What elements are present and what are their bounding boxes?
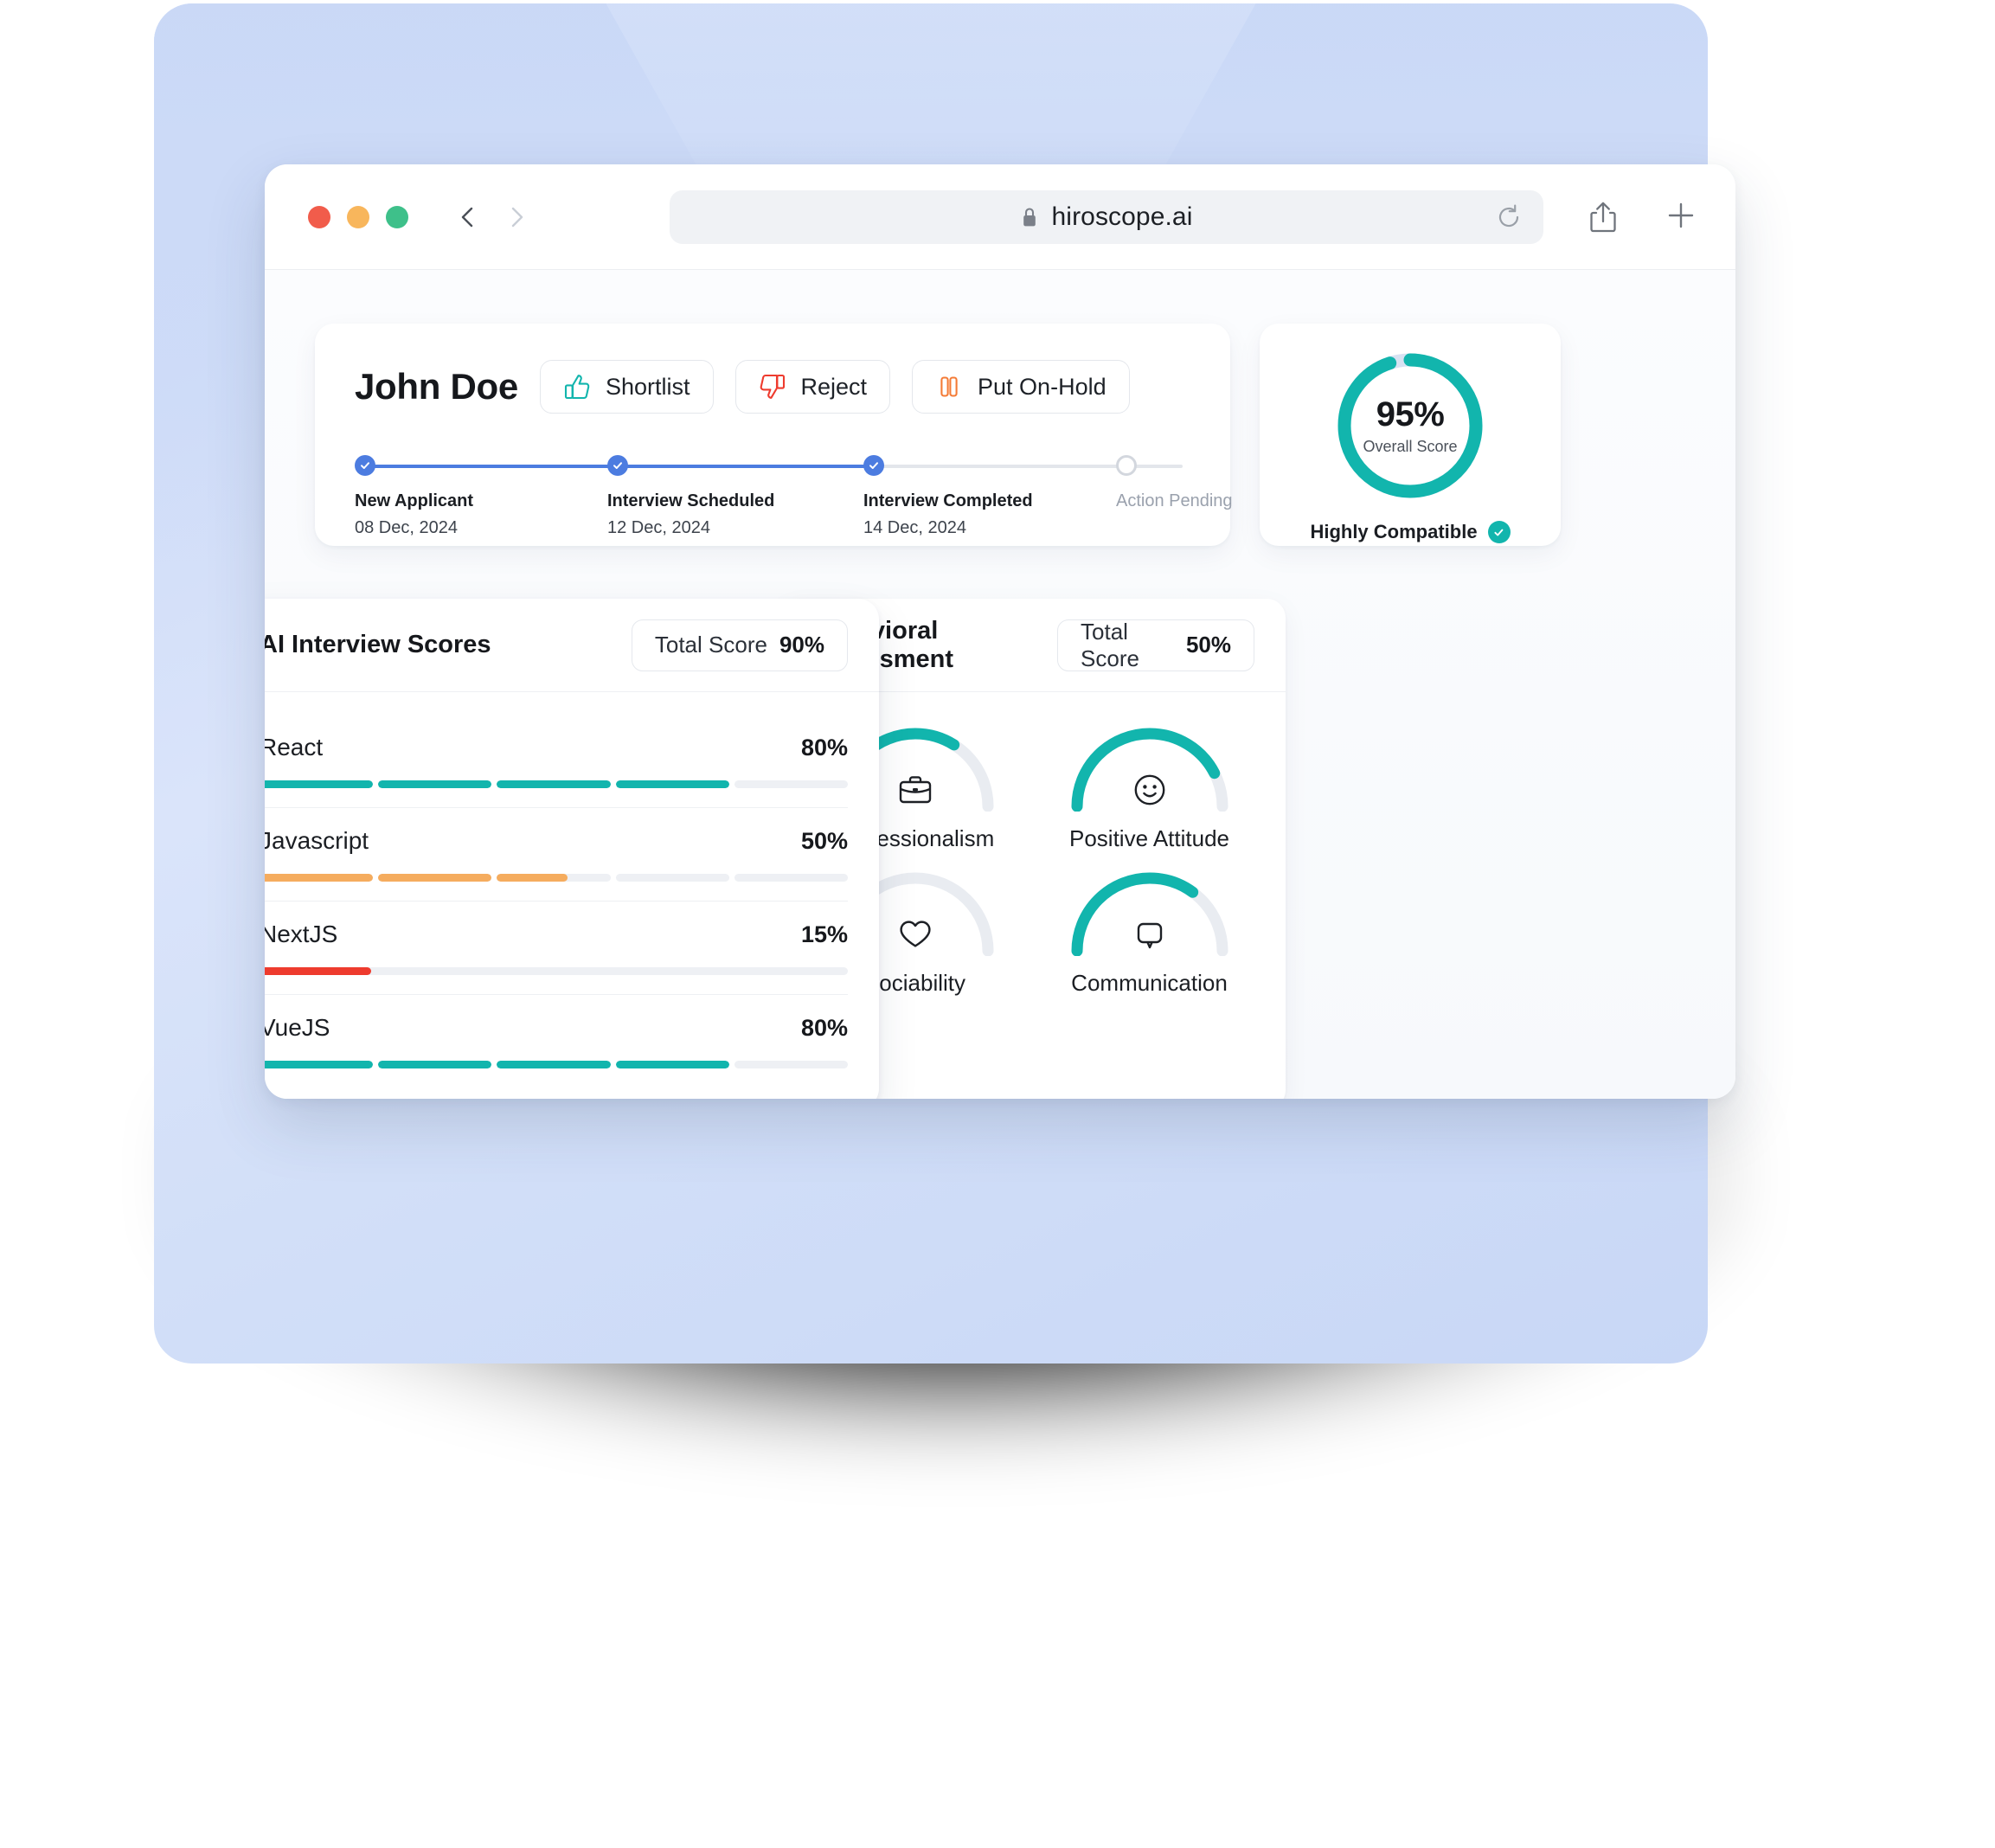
candidate-header: John Doe Shortlist Reject Put On-Hold bbox=[355, 360, 1190, 414]
skill-value: 80% bbox=[800, 735, 848, 760]
window-controls bbox=[308, 205, 408, 228]
skill-progress-bar bbox=[265, 967, 848, 975]
plus-icon[interactable] bbox=[1666, 201, 1696, 234]
heart-icon bbox=[895, 914, 935, 954]
gauge-label: Positive Attitude bbox=[1069, 825, 1229, 851]
thumbs-up-icon bbox=[563, 373, 591, 401]
skill-name: Javascript bbox=[265, 827, 369, 854]
stepper-step-2[interactable]: Interview Scheduled 12 Dec, 2024 bbox=[607, 455, 774, 538]
overall-score-value: 95% bbox=[1376, 395, 1445, 433]
smiley-icon bbox=[1130, 770, 1170, 810]
chevron-left-icon[interactable] bbox=[457, 206, 479, 228]
share-icon[interactable] bbox=[1588, 201, 1618, 234]
page-viewport: John Doe Shortlist Reject Put On-Hold Ne… bbox=[265, 270, 1735, 1099]
browser-toolbar: hiroscope.ai bbox=[265, 164, 1735, 270]
gauge-arc bbox=[1065, 866, 1235, 956]
step-date: 14 Dec, 2024 bbox=[863, 518, 966, 537]
pause-icon bbox=[935, 373, 963, 401]
gauge-arc bbox=[1065, 722, 1235, 812]
reload-icon[interactable] bbox=[1495, 203, 1523, 231]
check-circle-icon bbox=[1487, 521, 1511, 543]
check-icon bbox=[607, 455, 628, 476]
page-title: John Doe bbox=[355, 366, 518, 407]
behavioral-total-score-value: 50% bbox=[1185, 632, 1231, 658]
chat-bubble-icon bbox=[1130, 914, 1170, 954]
step-title: New Applicant bbox=[355, 491, 474, 510]
check-icon bbox=[863, 455, 884, 476]
reject-label: Reject bbox=[800, 373, 868, 400]
ai-scores-header: AI Interview Scores Total Score 90% bbox=[265, 599, 879, 692]
put-on-hold-label: Put On-Hold bbox=[978, 373, 1107, 400]
step-title: Action Pending bbox=[1116, 491, 1233, 510]
lock-icon bbox=[1021, 206, 1038, 228]
minimize-window-button[interactable] bbox=[347, 205, 369, 228]
thumbs-down-icon bbox=[759, 373, 786, 401]
step-title: Interview Completed bbox=[863, 491, 1033, 510]
ai-total-score-label: Total Score bbox=[654, 632, 767, 658]
skill-row: Javascript 50% bbox=[265, 807, 849, 882]
address-bar-content: hiroscope.ai bbox=[1021, 202, 1193, 232]
screenshot-stage: hiroscope.ai John Doe Shortlist Reject P… bbox=[0, 0, 1995, 1848]
overall-score-donut: 95% Overall Score bbox=[1334, 350, 1486, 502]
gauge-label: Communication bbox=[1071, 970, 1228, 996]
behavioral-total-score-label: Total Score bbox=[1081, 618, 1139, 671]
step-date: 12 Dec, 2024 bbox=[607, 518, 710, 537]
put-on-hold-button[interactable]: Put On-Hold bbox=[912, 360, 1130, 414]
ai-total-score-value: 90% bbox=[779, 632, 824, 658]
skill-name: React bbox=[265, 734, 324, 760]
overall-score-card: 95% Overall Score Highly Compatible bbox=[1260, 324, 1561, 546]
overall-score-caption: Overall Score bbox=[1363, 438, 1458, 455]
close-window-button[interactable] bbox=[308, 205, 330, 228]
candidate-card: John Doe Shortlist Reject Put On-Hold Ne… bbox=[315, 324, 1233, 546]
url-text: hiroscope.ai bbox=[1051, 202, 1193, 231]
ai-total-score-pill: Total Score 90% bbox=[631, 619, 848, 671]
shortlist-label: Shortlist bbox=[605, 373, 690, 400]
chevron-right-icon[interactable] bbox=[505, 206, 528, 228]
application-stepper: New Applicant 08 Dec, 2024 Interview Sch… bbox=[355, 455, 1233, 538]
empty-circle-icon bbox=[1116, 455, 1137, 476]
compatibility-badge: Highly Compatible bbox=[1260, 521, 1561, 543]
ai-interview-scores-card: AI Interview Scores Total Score 90% Reac… bbox=[265, 599, 879, 1099]
skill-row: VueJS 80% bbox=[265, 994, 849, 1068]
skill-value: 15% bbox=[800, 921, 848, 947]
gauge-positive-attitude: Positive Attitude bbox=[1032, 722, 1267, 852]
behavioral-total-score-pill: Total Score 50% bbox=[1057, 619, 1254, 671]
stepper-step-1[interactable]: New Applicant 08 Dec, 2024 bbox=[355, 455, 473, 538]
stepper-step-4[interactable]: Action Pending bbox=[1116, 455, 1233, 511]
shortlist-button[interactable]: Shortlist bbox=[539, 360, 714, 414]
skill-name: VueJS bbox=[265, 1014, 330, 1041]
donut-center-text: 95% Overall Score bbox=[1334, 350, 1486, 502]
toolbar-actions bbox=[1588, 201, 1696, 234]
skill-row: React 80% bbox=[265, 715, 849, 788]
navigation-buttons bbox=[457, 206, 528, 228]
skill-name: NextJS bbox=[265, 921, 338, 947]
skill-progress-bar bbox=[265, 780, 849, 788]
maximize-window-button[interactable] bbox=[386, 205, 408, 228]
check-icon bbox=[355, 455, 375, 476]
reject-button[interactable]: Reject bbox=[734, 360, 891, 414]
stepper-step-3[interactable]: Interview Completed 14 Dec, 2024 bbox=[863, 455, 1033, 538]
ai-scores-title: AI Interview Scores bbox=[265, 631, 491, 658]
skill-row: NextJS 15% bbox=[265, 901, 848, 975]
briefcase-icon bbox=[895, 770, 935, 810]
skill-value: 80% bbox=[800, 1015, 848, 1041]
step-title: Interview Scheduled bbox=[607, 491, 775, 510]
gauge-communication: Communication bbox=[1032, 866, 1267, 997]
skill-progress-bar bbox=[265, 874, 849, 882]
step-date: 08 Dec, 2024 bbox=[355, 518, 458, 537]
compatibility-label: Highly Compatible bbox=[1310, 521, 1478, 542]
address-bar[interactable]: hiroscope.ai bbox=[670, 190, 1543, 244]
gauge-label: Sociability bbox=[863, 970, 966, 996]
skill-progress-bar bbox=[265, 1061, 849, 1068]
skill-value: 50% bbox=[800, 828, 848, 854]
skill-list: React 80% Javascript 50% NextJS 15% VueJ… bbox=[265, 692, 879, 1068]
browser-window: hiroscope.ai John Doe Shortlist Reject P… bbox=[265, 164, 1735, 1099]
